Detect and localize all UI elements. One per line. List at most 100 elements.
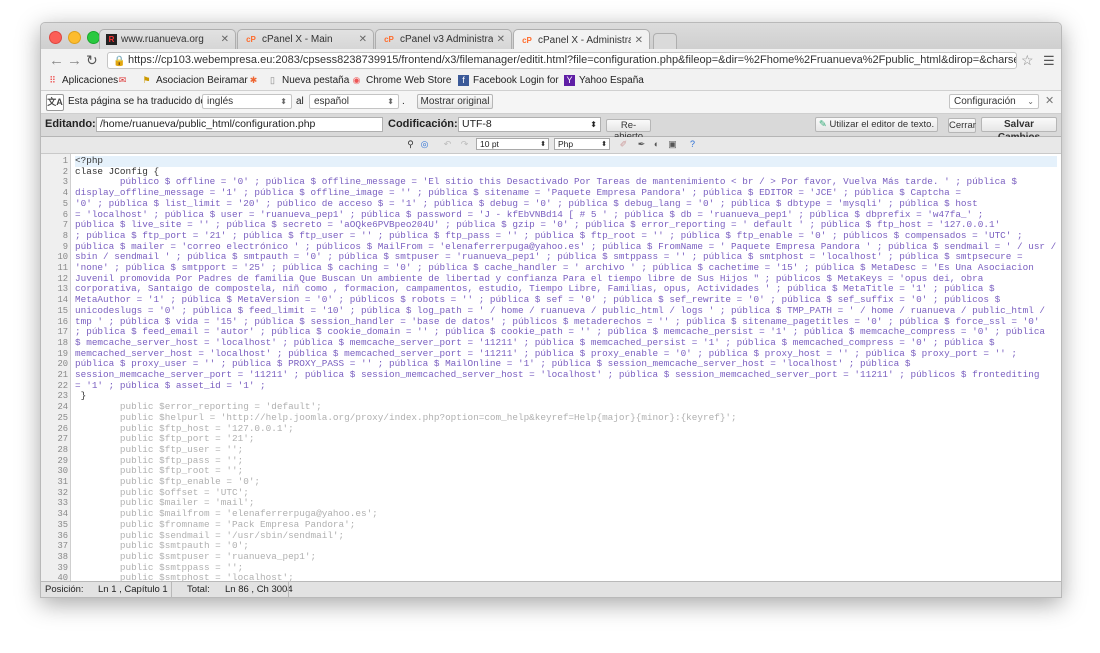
gmail-icon: ✉ bbox=[118, 75, 127, 85]
file-path-field[interactable]: /home/ruanueva/public_html/configuration… bbox=[96, 117, 383, 132]
code-line: public $helpurl = 'http://help.joomla.or… bbox=[75, 412, 737, 423]
translate-from-value: inglés bbox=[207, 96, 234, 107]
editor-header: Editando: /home/ruanueva/public_html/con… bbox=[41, 114, 1061, 143]
code-line: = '1' ; pública $ asset_id = '1' ; bbox=[75, 380, 266, 391]
code-line: public $ftp_port = '21'; bbox=[75, 434, 255, 445]
line-number: 37 bbox=[57, 541, 68, 552]
show-original-button[interactable]: Mostrar original bbox=[417, 94, 493, 109]
code-line: public $ftp_enable = '0'; bbox=[75, 477, 261, 487]
line-number: 25 bbox=[57, 412, 68, 423]
bookmark-chrome-store[interactable]: ◉ Chrome Web Store bbox=[351, 75, 452, 86]
save-changes-button[interactable]: Salvar Cambios bbox=[981, 117, 1057, 143]
font-size-value: 10 pt bbox=[480, 139, 499, 149]
pencil-icon: ✎ bbox=[818, 119, 827, 130]
bookmark-gmail[interactable]: ✉ bbox=[117, 75, 132, 86]
position-value: Ln 1 , Capítulo 1 bbox=[98, 584, 168, 595]
line-number: 17 bbox=[57, 327, 68, 338]
pen-icon[interactable]: ✒ bbox=[636, 139, 647, 150]
line-number: 32 bbox=[57, 487, 68, 498]
chrome-store-icon: ◉ bbox=[352, 75, 361, 85]
close-tab-icon[interactable]: ✕ bbox=[359, 34, 367, 45]
bookmark-label: Chrome Web Store bbox=[366, 75, 452, 86]
tab-cpanel-v3[interactable]: cP cPanel v3 Administrador de ✕ bbox=[375, 29, 512, 49]
line-number: 8 bbox=[62, 230, 68, 241]
syntax-select[interactable]: Php ⬍ bbox=[554, 138, 610, 150]
tab-ruanueva[interactable]: R www.ruanueva.org ✕ bbox=[99, 29, 236, 49]
goto-icon[interactable]: ◎ bbox=[419, 139, 430, 150]
reload-icon[interactable]: ↻ bbox=[86, 52, 98, 69]
redo-icon[interactable]: ↷ bbox=[459, 139, 470, 150]
line-number: 1 bbox=[62, 156, 68, 166]
line-number: 15 bbox=[57, 305, 68, 316]
address-url: https://cp103.webempresa.eu:2083/cpsess8… bbox=[128, 54, 1017, 66]
line-number: 6 bbox=[62, 209, 68, 220]
close-tab-icon[interactable]: ✕ bbox=[497, 34, 505, 45]
address-bar[interactable]: 🔒 https://cp103.webempresa.eu:2083/cpses… bbox=[107, 52, 1017, 69]
code-line: public $fromname = 'Pack Empresa Pandora… bbox=[75, 519, 356, 530]
forward-arrow-icon[interactable]: → bbox=[67, 52, 82, 69]
bookmark-beiramar[interactable]: ⚑ Asociacion Beiramar bbox=[141, 75, 247, 86]
close-translate-icon[interactable]: ✕ bbox=[1045, 94, 1054, 107]
line-number: 7 bbox=[62, 220, 68, 231]
encoding-select[interactable]: UTF-8 ⬍ bbox=[458, 117, 601, 132]
window-controls bbox=[49, 31, 100, 44]
code-line: public $mailfrom = 'elenaferrerpuga@yaho… bbox=[75, 509, 378, 520]
bookmark-nueva-pestana[interactable]: ▯ Nueva pestaña bbox=[267, 75, 349, 86]
yahoo-icon: Y bbox=[564, 75, 575, 86]
line-number: 5 bbox=[62, 198, 68, 209]
chevron-updown-icon: ⬍ bbox=[280, 97, 287, 106]
minimize-window-button[interactable] bbox=[68, 31, 81, 44]
line-number: 31 bbox=[57, 477, 68, 487]
bookmark-facebook[interactable]: f Facebook Login for bbox=[458, 75, 559, 86]
bookmark-apps[interactable]: ⠿ Aplicaciones bbox=[47, 75, 118, 86]
code-line: Juvenil promovida Por Padres de familia … bbox=[75, 273, 984, 284]
close-button[interactable]: Cerrar bbox=[948, 118, 976, 133]
translate-from-select[interactable]: inglés ⬍ bbox=[202, 94, 292, 109]
code-line: tmp ' ; pública $ vida = '15' ; pública … bbox=[75, 316, 1040, 327]
font-size-select[interactable]: 10 pt ⬍ bbox=[476, 138, 549, 150]
code-line: $ memcache_server_host = 'localhost' ; p… bbox=[75, 337, 995, 348]
code-line: public $ftp_pass = ''; bbox=[75, 455, 244, 466]
help-icon[interactable]: ? bbox=[687, 139, 698, 150]
translate-settings-select[interactable]: Configuración ⌄ bbox=[949, 94, 1039, 109]
close-tab-icon[interactable]: ✕ bbox=[635, 35, 643, 46]
bookmark-colorful[interactable]: ✱ bbox=[248, 75, 263, 86]
code-line: sbin / sendmail ' ; pública $ smtpauth =… bbox=[75, 252, 1023, 263]
highlight-icon[interactable]: ✐ bbox=[618, 139, 629, 150]
line-number: 23 bbox=[57, 391, 68, 402]
code-line: '0' ; pública $ list_limit = '20' ; públ… bbox=[75, 198, 978, 209]
chevron-updown-icon: ⬍ bbox=[601, 141, 607, 148]
translate-to-value: español bbox=[314, 96, 350, 107]
code-line: public $smtpauth = '0'; bbox=[75, 541, 249, 552]
menu-icon[interactable]: ☰ bbox=[1043, 53, 1055, 69]
new-tab-button[interactable] bbox=[653, 33, 677, 49]
fullscreen-icon[interactable]: ▣ bbox=[667, 139, 678, 150]
use-text-editor-button[interactable]: ✎ Utilizar el editor de texto. bbox=[815, 117, 938, 132]
undo-icon[interactable]: ↶ bbox=[442, 139, 453, 150]
code-line: public $ftp_host = '127.0.0.1'; bbox=[75, 423, 294, 434]
close-window-button[interactable] bbox=[49, 31, 62, 44]
code-line: ; pública $ ftp_port = '21' ; pública $ … bbox=[75, 230, 1023, 241]
line-number: 40 bbox=[57, 573, 68, 581]
tab-title: cPanel v3 Administrador de bbox=[400, 34, 493, 45]
search-icon[interactable]: ⚲ bbox=[405, 139, 416, 150]
translate-to-select[interactable]: español ⬍ bbox=[309, 94, 399, 109]
line-number: 11 bbox=[57, 263, 68, 273]
reopen-button[interactable]: Re-abierto bbox=[606, 119, 651, 142]
code-line: public $ftp_root = ''; bbox=[75, 466, 244, 477]
back-arrow-icon[interactable]: ← bbox=[49, 52, 64, 69]
code-editor[interactable]: 1 2 3 4 5 6 7 8 9 10 11 12 13 14 15 16 17 18 19 20 21 22 23 24 2… bbox=[41, 154, 1061, 581]
bookmark-yahoo[interactable]: Y Yahoo España bbox=[564, 75, 644, 86]
encoding-value: UTF-8 bbox=[462, 118, 492, 130]
tab-title: cPanel X - Administrador de bbox=[538, 34, 631, 46]
eraser-icon[interactable]: ◐ bbox=[651, 139, 662, 150]
line-number: 39 bbox=[57, 562, 68, 573]
bookmark-star-icon[interactable]: ☆ bbox=[1021, 52, 1034, 69]
tab-cpanel-admin[interactable]: cP cPanel X - Administrador de ✕ bbox=[513, 29, 650, 50]
tab-cpanel-main[interactable]: cP cPanel X - Main ✕ bbox=[237, 29, 374, 49]
close-tab-icon[interactable]: ✕ bbox=[221, 34, 229, 45]
line-number: 10 bbox=[57, 252, 68, 263]
code-line: 'none' ; pública $ smtpport = '25' ; púb… bbox=[75, 263, 1034, 273]
line-number: 19 bbox=[57, 348, 68, 359]
tab-title: www.ruanueva.org bbox=[121, 34, 204, 45]
